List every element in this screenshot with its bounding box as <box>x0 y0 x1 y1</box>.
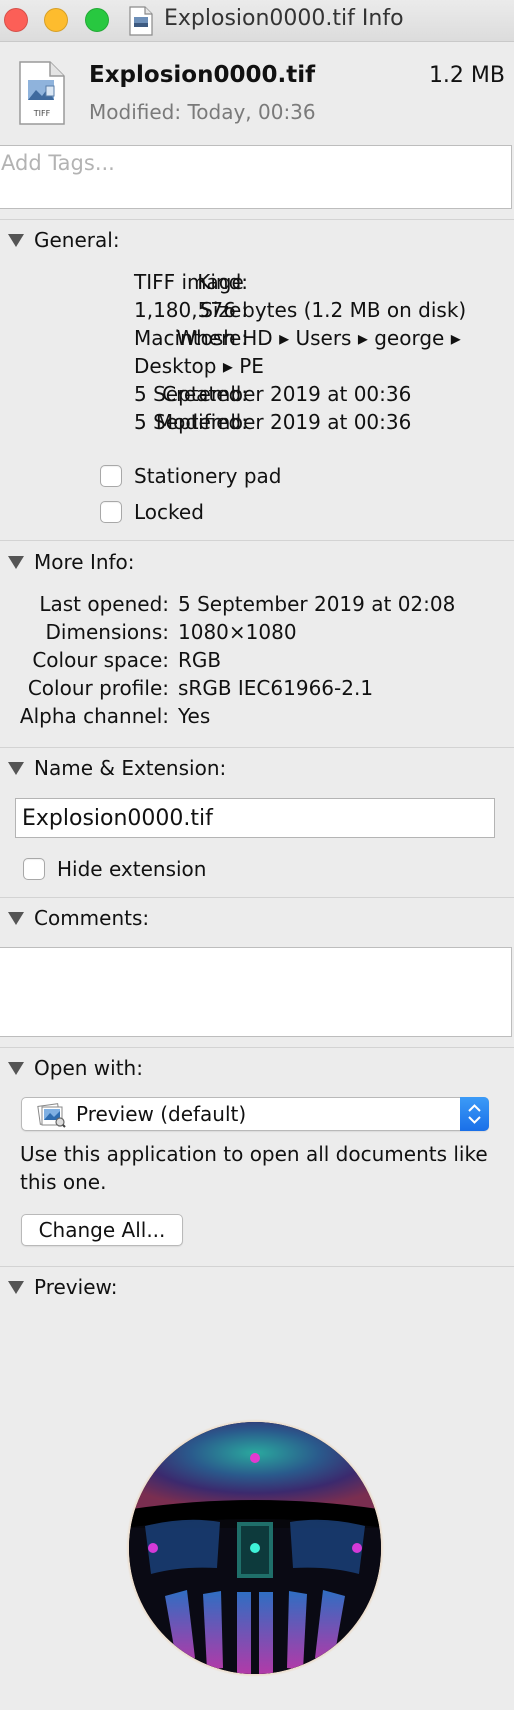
comments-section-title: Comments: <box>34 906 150 930</box>
file-icon-badge: TIFF <box>33 109 51 118</box>
disclosure-triangle-icon[interactable] <box>8 761 24 775</box>
open-with-description: Use this application to open all documen… <box>20 1142 488 1194</box>
alpha-channel-label: Alpha channel: <box>19 704 169 728</box>
colour-space-value: RGB <box>178 648 222 672</box>
minimize-window-button[interactable] <box>44 8 68 32</box>
locked-checkbox[interactable] <box>100 501 122 523</box>
document-proxy-icon[interactable] <box>128 6 154 40</box>
file-size: 1.2 MB <box>428 63 505 88</box>
open-with-selected-app: Preview (default) <box>76 1102 247 1126</box>
tags-input[interactable] <box>0 145 512 209</box>
general-section-header[interactable]: General: <box>8 226 120 254</box>
stationery-pad-checkbox[interactable] <box>100 465 122 487</box>
preview-app-icon <box>36 1102 66 1132</box>
divider <box>0 1266 514 1267</box>
open-with-popup[interactable]: Preview (default) <box>21 1097 489 1131</box>
more-info-section-header[interactable]: More Info: <box>8 548 135 576</box>
divider <box>0 897 514 898</box>
file-name-field[interactable] <box>15 798 495 838</box>
hide-extension-option[interactable]: Hide extension <box>23 857 206 881</box>
created-value: 5 September 2019 at 00:36 <box>134 382 412 406</box>
disclosure-triangle-icon[interactable] <box>8 233 24 247</box>
disclosure-triangle-icon[interactable] <box>8 555 24 569</box>
change-all-button[interactable]: Change All... <box>21 1214 183 1246</box>
modified-value: 5 September 2019 at 00:36 <box>134 410 412 434</box>
stationery-pad-option[interactable]: Stationery pad <box>100 464 281 488</box>
disclosure-triangle-icon[interactable] <box>8 1280 24 1294</box>
colour-profile-label: Colour profile: <box>27 676 169 700</box>
kind-value: TIFF image <box>134 270 244 294</box>
comments-field[interactable] <box>0 947 512 1037</box>
divider <box>0 1047 514 1048</box>
divider <box>0 540 514 541</box>
last-opened-value: 5 September 2019 at 02:08 <box>178 592 456 616</box>
hide-extension-label[interactable]: Hide extension <box>57 857 206 881</box>
locked-label[interactable]: Locked <box>134 500 204 524</box>
title-bar[interactable]: Explosion0000.tif Info <box>0 0 514 42</box>
name-extension-section-header[interactable]: Name & Extension: <box>8 754 226 782</box>
open-with-section-title: Open with: <box>34 1056 143 1080</box>
last-opened-label: Last opened: <box>39 592 169 616</box>
divider <box>0 747 514 748</box>
where-value-line2: Desktop ▸ PE <box>134 354 264 378</box>
colour-profile-value: sRGB IEC61966-2.1 <box>178 676 374 700</box>
tiff-document-icon: TIFF <box>18 60 66 130</box>
window-title: Explosion0000.tif Info <box>164 6 404 31</box>
disclosure-triangle-icon[interactable] <box>8 911 24 925</box>
locked-option[interactable]: Locked <box>100 500 204 524</box>
dimensions-label: Dimensions: <box>45 620 169 644</box>
popup-stepper-icon[interactable] <box>460 1097 489 1131</box>
preview-section-title: Preview: <box>34 1275 118 1299</box>
name-extension-section-title: Name & Extension: <box>34 756 227 780</box>
general-section-title: General: <box>34 228 120 252</box>
stationery-pad-label[interactable]: Stationery pad <box>134 464 281 488</box>
file-name: Explosion0000.tif <box>89 62 316 88</box>
disclosure-triangle-icon[interactable] <box>8 1061 24 1075</box>
file-modified-date: Modified: Today, 00:36 <box>89 100 316 124</box>
comments-section-header[interactable]: Comments: <box>8 904 149 932</box>
hide-extension-checkbox[interactable] <box>23 858 45 880</box>
size-value: 1,180,576 bytes (1.2 MB on disk) <box>134 298 467 322</box>
divider <box>0 219 514 220</box>
zoom-window-button[interactable] <box>85 8 109 32</box>
alpha-channel-value: Yes <box>178 704 211 728</box>
more-info-section-title: More Info: <box>34 550 135 574</box>
preview-section-header[interactable]: Preview: <box>8 1273 118 1301</box>
dimensions-value: 1080×1080 <box>178 620 297 644</box>
open-with-section-header[interactable]: Open with: <box>8 1054 143 1082</box>
preview-thumbnail-image <box>125 1418 385 1682</box>
close-window-button[interactable] <box>4 8 28 32</box>
colour-space-label: Colour space: <box>32 648 169 672</box>
where-value-line1: Macintosh HD ▸ Users ▸ george ▸ <box>134 326 461 350</box>
